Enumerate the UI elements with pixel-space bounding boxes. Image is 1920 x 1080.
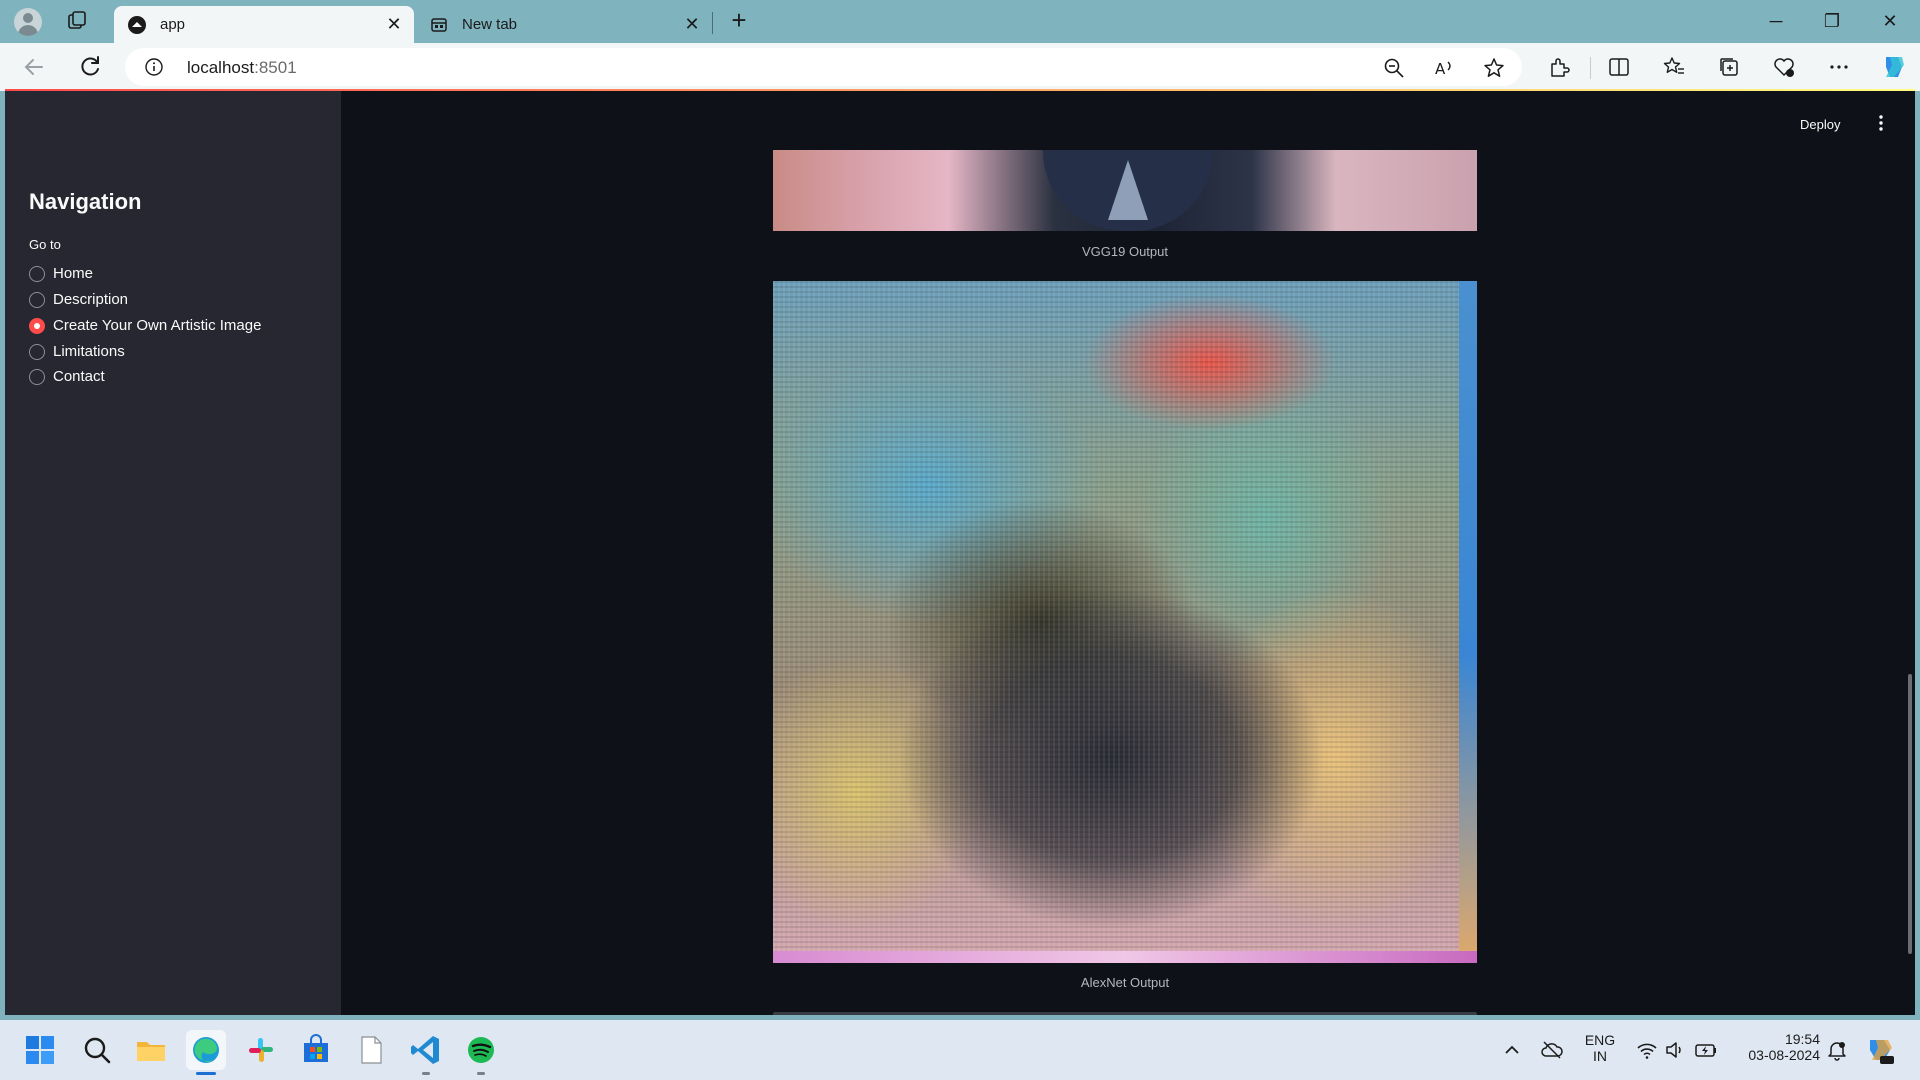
running-app-indicator — [477, 1072, 485, 1075]
radio-button[interactable] — [29, 292, 45, 308]
copilot-icon[interactable] — [1880, 53, 1908, 81]
slack-icon[interactable] — [241, 1030, 281, 1070]
restore-icon[interactable]: ❐ — [1812, 8, 1852, 34]
wifi-icon[interactable] — [1636, 1039, 1658, 1061]
new-tab-page-icon — [431, 18, 447, 32]
scrollbar-thumb[interactable] — [1908, 674, 1912, 954]
radio-label: Home — [53, 265, 94, 282]
radio-label: Contact — [53, 368, 105, 385]
collections-icon[interactable] — [1717, 55, 1741, 79]
new-tab-button[interactable]: + — [726, 7, 752, 34]
back-arrow-icon[interactable] — [20, 53, 48, 81]
sidebar: Navigation Go to Home Description Create… — [5, 91, 341, 1015]
onedrive-icon[interactable] — [1540, 1038, 1564, 1062]
volume-icon[interactable] — [1664, 1039, 1686, 1061]
browser-toolbar: localhost:8501 A — [0, 43, 1920, 91]
svg-text:A: A — [1435, 60, 1446, 78]
profile-avatar-icon[interactable] — [14, 8, 42, 36]
more-options-icon[interactable] — [1827, 55, 1851, 79]
vgg19-output-image — [773, 150, 1477, 231]
zoom-out-icon[interactable] — [1383, 57, 1405, 79]
streamlit-app: Navigation Go to Home Description Create… — [5, 91, 1915, 1015]
tab-app[interactable]: app ✕ — [114, 6, 414, 43]
radio-group-label: Go to — [29, 237, 61, 252]
notification-bell-icon[interactable] — [1826, 1039, 1848, 1061]
favorites-icon[interactable] — [1662, 55, 1686, 79]
chevron-up-icon[interactable] — [1502, 1040, 1522, 1060]
refresh-icon[interactable] — [76, 53, 104, 81]
streamlit-favicon-icon — [128, 16, 146, 34]
read-aloud-icon[interactable]: A — [1433, 57, 1455, 79]
close-tab-icon[interactable]: ✕ — [682, 14, 702, 34]
notepad-file-icon[interactable] — [351, 1030, 391, 1070]
main-menu-icon[interactable] — [1873, 113, 1889, 133]
favorite-star-icon[interactable] — [1483, 57, 1505, 79]
workspaces-icon[interactable] — [66, 10, 88, 32]
taskbar: ENG IN 19:54 03-08-2024 — [0, 1020, 1920, 1080]
running-app-indicator — [422, 1072, 430, 1075]
clock[interactable]: 19:54 03-08-2024 — [1734, 1031, 1820, 1063]
radio-label: Description — [53, 291, 129, 308]
microsoft-store-icon[interactable] — [296, 1030, 336, 1070]
radio-label: Limitations — [53, 343, 125, 360]
tab-new-tab[interactable]: New tab ✕ — [416, 6, 712, 43]
split-screen-icon[interactable] — [1607, 55, 1631, 79]
address-bar[interactable]: localhost:8501 A — [125, 48, 1522, 86]
radio-button[interactable] — [29, 266, 45, 282]
next-image-edge — [773, 1012, 1477, 1015]
search-icon[interactable] — [77, 1030, 117, 1070]
windows-start-icon[interactable] — [20, 1030, 60, 1070]
spotify-icon[interactable] — [461, 1030, 501, 1070]
toolbar-separator — [1590, 57, 1591, 79]
edge-browser-icon[interactable] — [186, 1030, 226, 1070]
deploy-button[interactable]: Deploy — [1800, 117, 1840, 132]
radio-button[interactable] — [29, 344, 45, 360]
tab-separator — [712, 12, 713, 34]
radio-button-selected[interactable] — [29, 318, 45, 334]
radio-button[interactable] — [29, 369, 45, 385]
browser-tab-strip: app ✕ New tab ✕ + ─ ❐ ✕ — [0, 0, 1920, 43]
close-window-icon[interactable]: ✕ — [1870, 8, 1910, 34]
copilot-taskbar-icon[interactable] — [1864, 1034, 1896, 1066]
site-info-icon[interactable] — [145, 58, 163, 76]
url-text[interactable]: localhost:8501 — [187, 58, 297, 78]
active-app-indicator — [196, 1072, 216, 1075]
sidebar-title: Navigation — [29, 189, 142, 214]
tab-title: New tab — [462, 16, 518, 33]
vgg19-caption: VGG19 Output — [1082, 244, 1168, 259]
radio-label: Create Your Own Artistic Image — [53, 317, 262, 334]
tab-title: app — [160, 16, 186, 33]
vscode-icon[interactable] — [406, 1030, 446, 1070]
input-language[interactable]: ENG IN — [1580, 1032, 1620, 1064]
alexnet-caption: AlexNet Output — [1080, 975, 1170, 990]
battery-charging-icon[interactable] — [1694, 1039, 1718, 1061]
extensions-icon[interactable] — [1547, 55, 1571, 79]
minimize-icon[interactable]: ─ — [1756, 8, 1796, 34]
file-explorer-icon[interactable] — [131, 1030, 171, 1070]
browser-essentials-icon[interactable] — [1772, 55, 1796, 79]
alexnet-output-image — [773, 281, 1477, 963]
close-tab-icon[interactable]: ✕ — [384, 14, 404, 34]
